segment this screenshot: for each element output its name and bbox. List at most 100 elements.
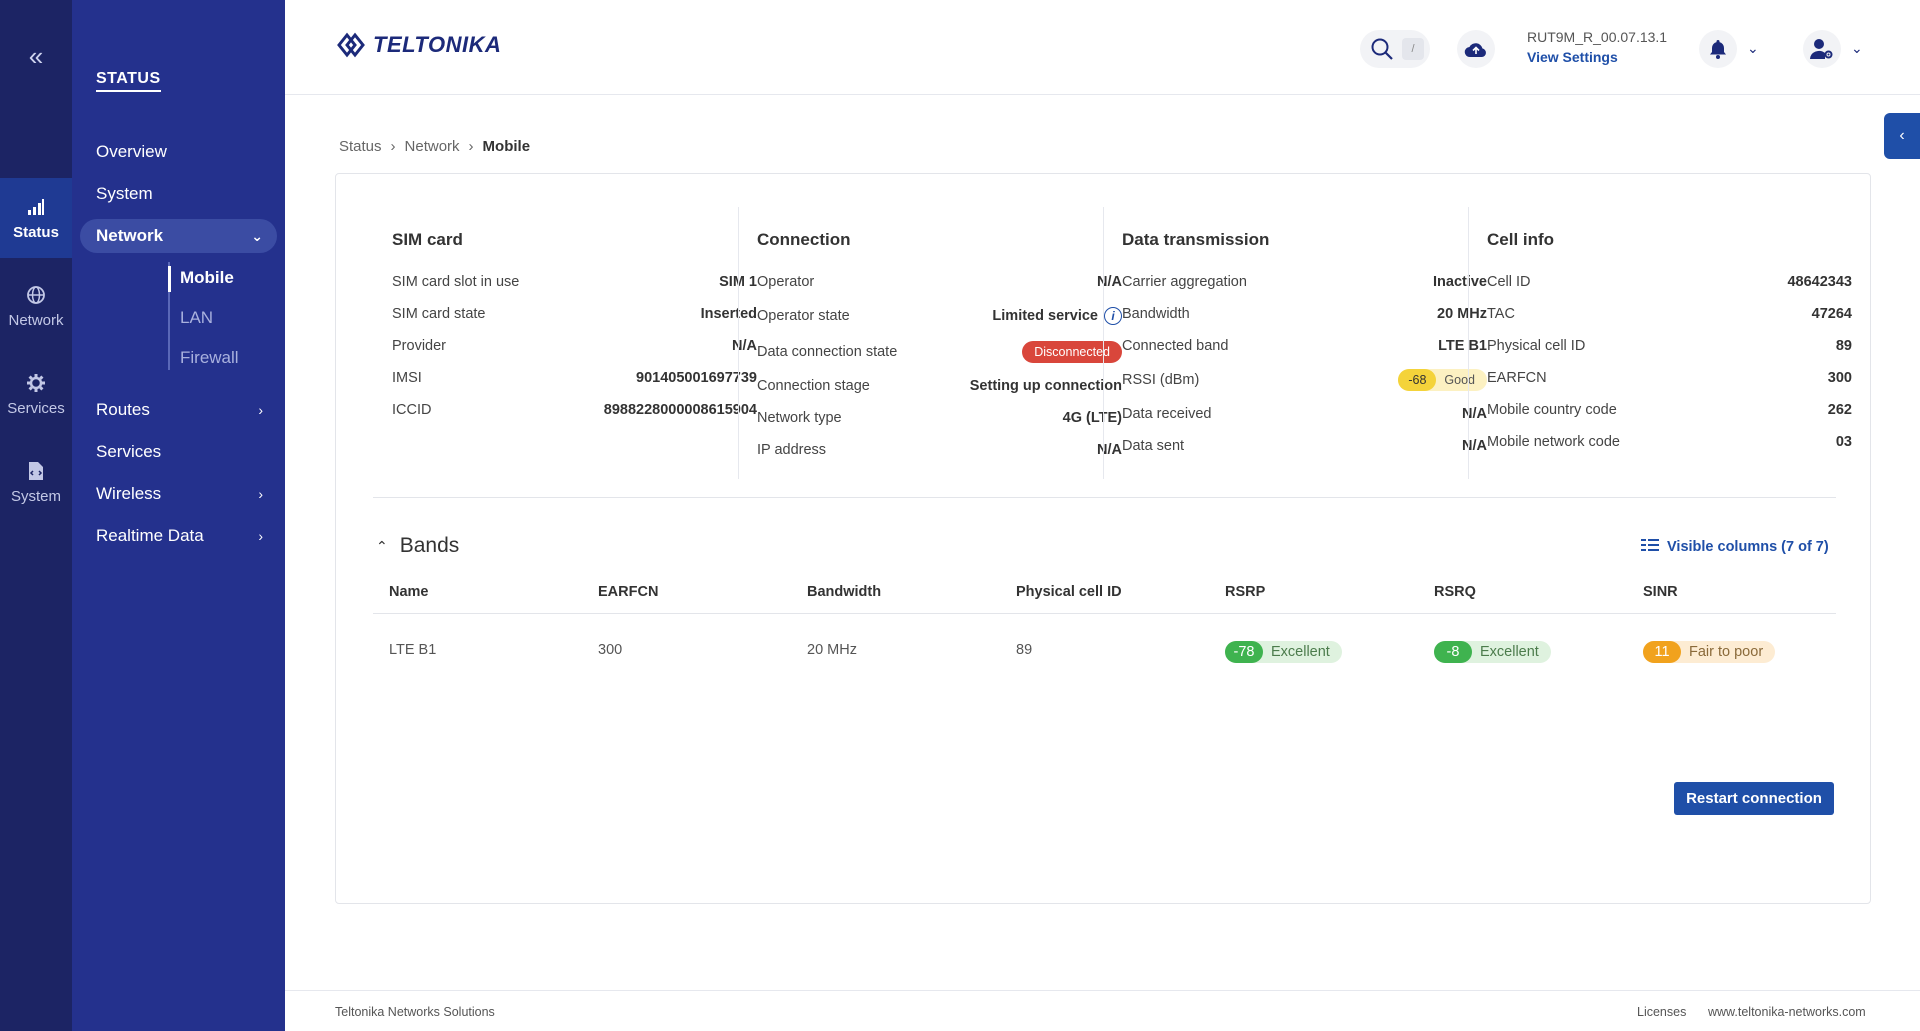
signal-value: -78 — [1225, 641, 1263, 663]
sidebar-item-label: Network — [96, 226, 164, 245]
kv-label: RSSI (dBm) — [1122, 372, 1200, 388]
column-header[interactable]: EARFCN — [598, 584, 658, 600]
kv-row: Connected band LTE B1 — [1122, 330, 1487, 362]
sidebar-item-label: Overview — [96, 142, 167, 161]
restart-connection-button[interactable]: Restart connection — [1674, 782, 1834, 815]
view-settings-link[interactable]: View Settings — [1527, 49, 1667, 65]
column-header[interactable]: SINR — [1643, 584, 1678, 600]
search-button[interactable]: / — [1360, 30, 1430, 68]
column-header[interactable]: Name — [389, 584, 429, 600]
status-badge: Disconnected — [1022, 341, 1122, 363]
kv-row: SIM card state Inserted — [392, 298, 757, 330]
column-header[interactable]: RSRP — [1225, 584, 1265, 600]
kv-value: 8988228000008615904 — [603, 402, 757, 418]
rail-label-status: Status — [13, 223, 59, 241]
kv-row: Mobile network code 03 — [1487, 426, 1852, 458]
search-icon — [1371, 38, 1393, 60]
cell-info-section: Cell info Cell ID 48642343 TAC 47264 Physi… — [1487, 207, 1852, 458]
kv-row: IP address N/A — [757, 434, 1122, 466]
side-panel-toggle[interactable]: ‹ — [1884, 113, 1920, 159]
licenses-link[interactable]: Licenses — [1637, 1005, 1686, 1019]
sidebar-subitem-lan[interactable]: LAN — [180, 308, 213, 328]
kv-row: Cell ID 48642343 — [1487, 266, 1852, 298]
user-menu-button[interactable] — [1803, 30, 1841, 68]
cell-pci: 89 — [1016, 642, 1033, 658]
info-icon[interactable]: i — [1104, 307, 1122, 325]
kv-label: Network type — [757, 410, 842, 426]
cloud-upload-button[interactable] — [1457, 30, 1495, 68]
kv-row: ICCID 8988228000008615904 — [392, 394, 757, 426]
search-shortcut-key: / — [1402, 38, 1424, 60]
cell-earfcn: 300 — [598, 642, 623, 658]
breadcrumb-network[interactable]: Network — [405, 138, 460, 155]
rail-label-services: Services — [7, 399, 65, 417]
kv-row: Physical cell ID 89 — [1487, 330, 1852, 362]
visible-columns-label: Visible columns (7 of 7) — [1667, 539, 1829, 555]
kv-value: 262 — [1827, 402, 1852, 418]
rail-item-system[interactable]: System — [0, 442, 72, 522]
kv-value: 300 — [1827, 370, 1852, 386]
website-link[interactable]: www.teltonika-networks.com — [1708, 1005, 1866, 1019]
rsrp-badge: -78 Excellent — [1225, 641, 1342, 663]
bands-toggle[interactable]: ⌃ Bands — [376, 534, 459, 558]
sidebar-item-services[interactable]: Services — [80, 435, 277, 469]
sim-card-title: SIM card — [392, 230, 463, 249]
rail-item-services[interactable]: Services — [0, 354, 72, 434]
sidebar-item-realtime-data[interactable]: Realtime Data › — [80, 519, 277, 553]
rail-item-status[interactable]: Status — [0, 178, 72, 258]
sidebar-item-network[interactable]: Network ⌄ — [80, 219, 277, 253]
kv-label: Data received — [1122, 406, 1212, 422]
kv-row: RSSI (dBm) -68 Good — [1122, 362, 1487, 398]
kv-label: SIM card state — [392, 306, 486, 322]
sidebar-item-overview[interactable]: Overview — [80, 135, 277, 169]
breadcrumb-mobile: Mobile — [482, 138, 531, 155]
kv-row: Operator N/A — [757, 266, 1122, 298]
sidebar-subitem-firewall[interactable]: Firewall — [180, 348, 239, 368]
sidebar-item-system[interactable]: System — [80, 177, 277, 211]
visible-columns-button[interactable]: Visible columns (7 of 7) — [1641, 538, 1829, 556]
kv-label: TAC — [1487, 306, 1515, 322]
chevron-right-icon: › — [258, 528, 263, 544]
bell-icon — [1710, 40, 1726, 59]
kv-label: IP address — [757, 442, 827, 458]
chevron-right-icon: › — [258, 402, 263, 418]
signal-quality: Fair to poor — [1689, 644, 1764, 660]
breadcrumb-status[interactable]: Status — [339, 138, 382, 155]
kv-label: Mobile country code — [1487, 402, 1617, 418]
rsrq-badge: -8 Excellent — [1434, 641, 1551, 663]
column-header[interactable]: RSRQ — [1434, 584, 1476, 600]
kv-row: Bandwidth 20 MHz — [1122, 298, 1487, 330]
sidebar-item-label: Wireless — [96, 484, 162, 503]
signal-value: -68 — [1398, 369, 1437, 391]
column-divider — [1468, 207, 1469, 479]
collapse-menu-icon[interactable]: « — [0, 36, 72, 76]
notifications-button[interactable] — [1699, 30, 1737, 68]
rail-label-system: System — [10, 487, 61, 505]
operator-state-value: Limited service — [992, 307, 1098, 324]
kv-label: Connected band — [1122, 338, 1229, 354]
brand-logo[interactable]: TELTONIKA — [335, 30, 501, 60]
sinr-badge: 11 Fair to poor — [1643, 641, 1776, 663]
column-header[interactable]: Physical cell ID — [1016, 584, 1122, 600]
kv-row: Provider N/A — [392, 330, 757, 362]
kv-row: TAC 47264 — [1487, 298, 1852, 330]
submenu-active-bar — [168, 266, 171, 292]
kv-value: 47264 — [1811, 306, 1852, 322]
chevron-right-icon: › — [468, 138, 474, 155]
kv-row: EARFCN 300 — [1487, 362, 1852, 394]
signal-quality: Good — [1444, 373, 1475, 387]
user-chevron-down-icon[interactable]: ⌄ — [1851, 40, 1863, 57]
column-header[interactable]: Bandwidth — [807, 584, 881, 600]
rail-item-network[interactable]: Network — [0, 266, 72, 346]
signal-bars-icon — [25, 196, 47, 218]
connection-section: Connection Operator N/A Operator state Lim… — [757, 207, 1122, 466]
sidebar-subitem-mobile[interactable]: Mobile — [180, 268, 234, 288]
notifications-chevron-down-icon[interactable]: ⌄ — [1747, 40, 1759, 57]
sidebar-item-routes[interactable]: Routes › — [80, 393, 277, 427]
kv-value: 20 MHz — [1437, 306, 1487, 322]
sidebar-item-wireless[interactable]: Wireless › — [80, 477, 277, 511]
chevron-up-icon: ⌃ — [376, 537, 388, 554]
globe-icon — [25, 284, 47, 306]
kv-value: N/A — [1097, 274, 1122, 290]
kv-value: Inactive — [1433, 274, 1487, 290]
